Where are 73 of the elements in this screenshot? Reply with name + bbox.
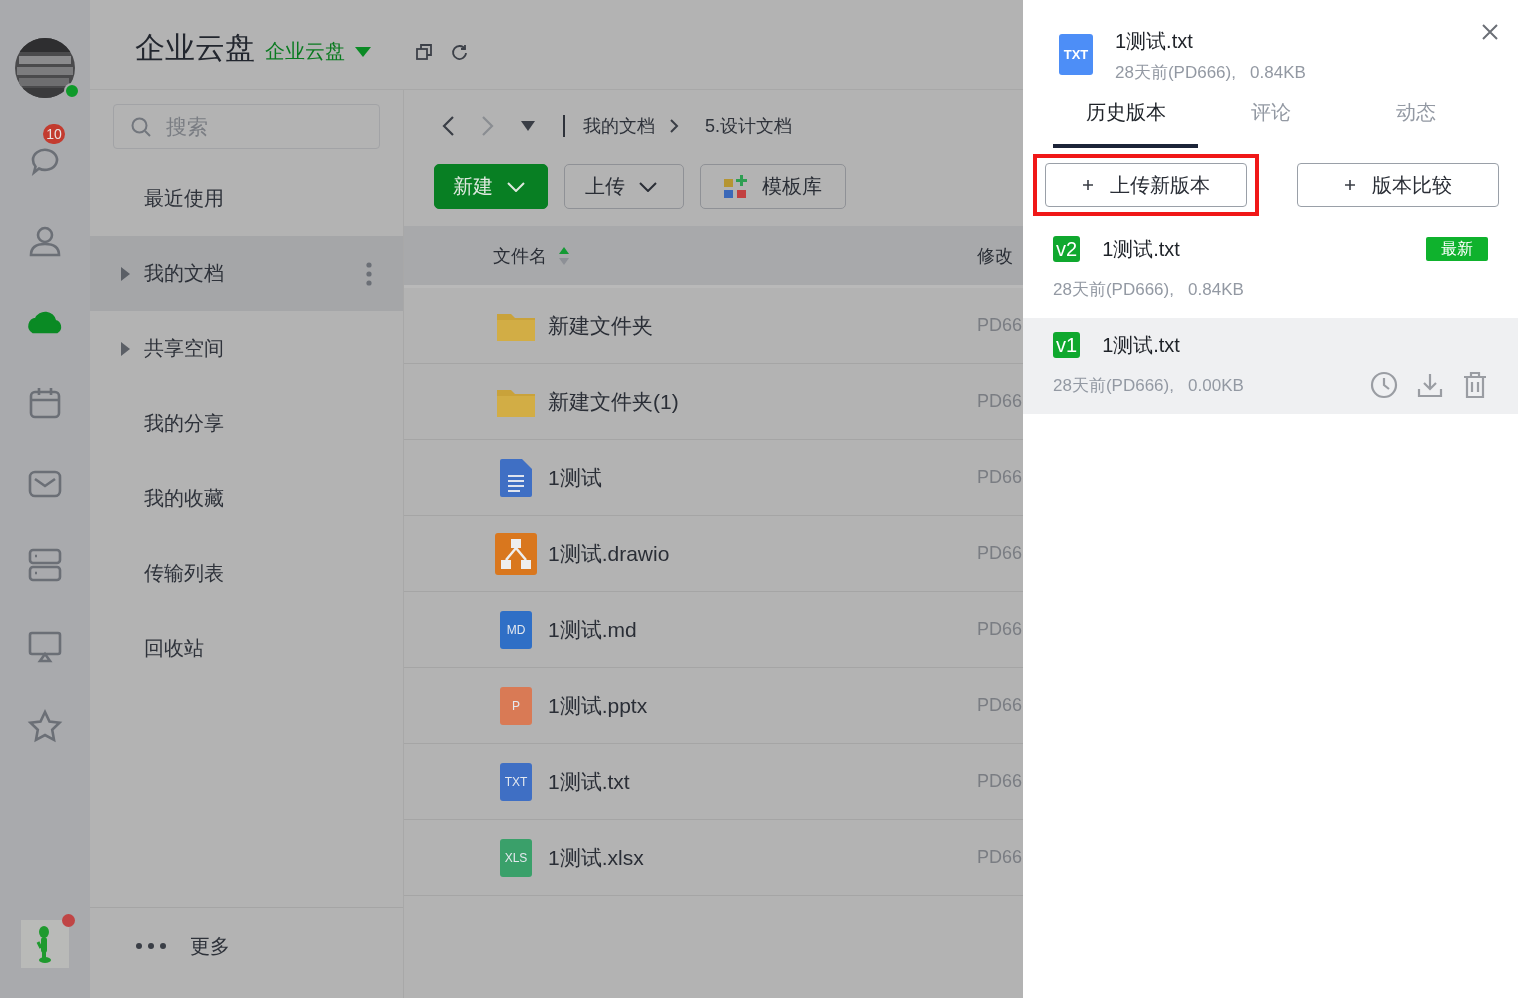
new-button[interactable]: 新建 [434, 164, 548, 209]
search-field[interactable]: 搜索 [113, 104, 380, 149]
sidebar-item[interactable]: 我的收藏 [90, 461, 403, 536]
table-cell: PD66 [977, 315, 1023, 336]
back-icon[interactable] [441, 115, 455, 137]
table-cell: PD66 [977, 619, 1023, 640]
table-cell: PD66 [977, 847, 1023, 868]
sidebar-item[interactable]: 传输列表 [90, 536, 403, 611]
column-header[interactable]: 文件名 [493, 243, 977, 268]
forward-icon[interactable] [481, 115, 495, 137]
close-icon[interactable] [1482, 24, 1498, 40]
file-name[interactable]: 1测试.md [548, 615, 977, 644]
sidebar-item[interactable]: 我的分享 [90, 386, 403, 461]
version-action-button[interactable]: 上传新版本 [1045, 163, 1247, 207]
table-cell: PD66 [977, 695, 1023, 716]
file-name[interactable]: 1测试.txt [548, 767, 977, 796]
version-item[interactable]: v1 1测试.txt 28天前(PD666), 0.00KB [1023, 318, 1518, 414]
version-item[interactable]: v2 1测试.txt 最新 28天前(PD666), 0.84KB [1023, 222, 1518, 318]
file-name[interactable]: 1测试.drawio [548, 539, 977, 568]
md-file-icon: MD [500, 610, 532, 649]
pptx-file-icon: P [500, 686, 532, 725]
template-button[interactable]: 模板库 [700, 164, 846, 209]
txt-file-icon: TXT [1059, 34, 1093, 75]
xlsx-file-icon: XLS [500, 838, 532, 877]
popout-icon[interactable] [415, 42, 433, 61]
version-tag: v2 [1053, 236, 1081, 262]
sidebar-item[interactable]: 我的文档 [90, 236, 403, 311]
clock-icon[interactable] [1370, 371, 1398, 399]
file-name[interactable]: 1测试.xlsx [548, 843, 977, 872]
search-icon [130, 116, 152, 138]
template-grid-icon [724, 174, 748, 199]
version-tag: v1 [1053, 332, 1081, 358]
plus-icon [1082, 179, 1094, 191]
file-name[interactable]: 新建文件夹 [548, 311, 977, 340]
app-title: 企业云盘 [135, 30, 255, 66]
sidebar-item[interactable]: 最近使用 [90, 161, 403, 236]
more-icon[interactable] [366, 261, 372, 286]
document-icon [500, 458, 532, 497]
txt-file-icon: TXT [500, 762, 532, 801]
chevron-icon [669, 118, 679, 134]
version-name: 1测试.txt [1102, 236, 1181, 262]
chevron-down-icon [639, 181, 657, 192]
table-cell: PD66 [977, 467, 1023, 488]
file-name[interactable]: 1测试 [548, 463, 977, 492]
download-icon[interactable] [1416, 371, 1444, 399]
sidebar-item[interactable]: 共享空间 [90, 311, 403, 386]
diagram-icon [495, 532, 537, 575]
table-cell: PD66 [977, 391, 1023, 412]
tab[interactable]: 历史版本 [1053, 80, 1198, 148]
dropdown-icon[interactable] [521, 121, 535, 131]
latest-badge: 最新 [1426, 237, 1488, 261]
upload-button[interactable]: 上传 [564, 164, 684, 209]
refresh-icon[interactable] [451, 42, 469, 61]
file-name[interactable]: 1测试.pptx [548, 691, 977, 720]
file-name: 1测试.txt [1115, 29, 1194, 54]
sidebar-item[interactable]: 回收站 [90, 611, 403, 686]
version-action-button[interactable]: 版本比较 [1297, 163, 1499, 207]
more-button[interactable]: 更多 [136, 932, 230, 960]
column-header[interactable]: 修改 [977, 243, 1023, 268]
table-cell: PD66 [977, 543, 1023, 564]
breadcrumb-link[interactable]: 我的文档 [583, 114, 655, 138]
unread-count-badge: 10 [43, 124, 65, 144]
table-cell: PD66 [977, 771, 1023, 792]
version-meta: 28天前(PD666), 0.84KB [1053, 278, 1245, 301]
plus-icon [1344, 179, 1356, 191]
breadcrumb-link[interactable]: 5.设计文档 [705, 114, 792, 138]
version-name: 1测试.txt [1102, 332, 1181, 358]
file-name[interactable]: 新建文件夹(1) [548, 387, 977, 416]
caret-icon [355, 46, 371, 57]
chevron-down-icon [507, 181, 525, 192]
ellipsis-icon [136, 943, 168, 949]
version-meta: 28天前(PD666), 0.00KB [1053, 374, 1245, 397]
delete-icon[interactable] [1462, 371, 1488, 399]
